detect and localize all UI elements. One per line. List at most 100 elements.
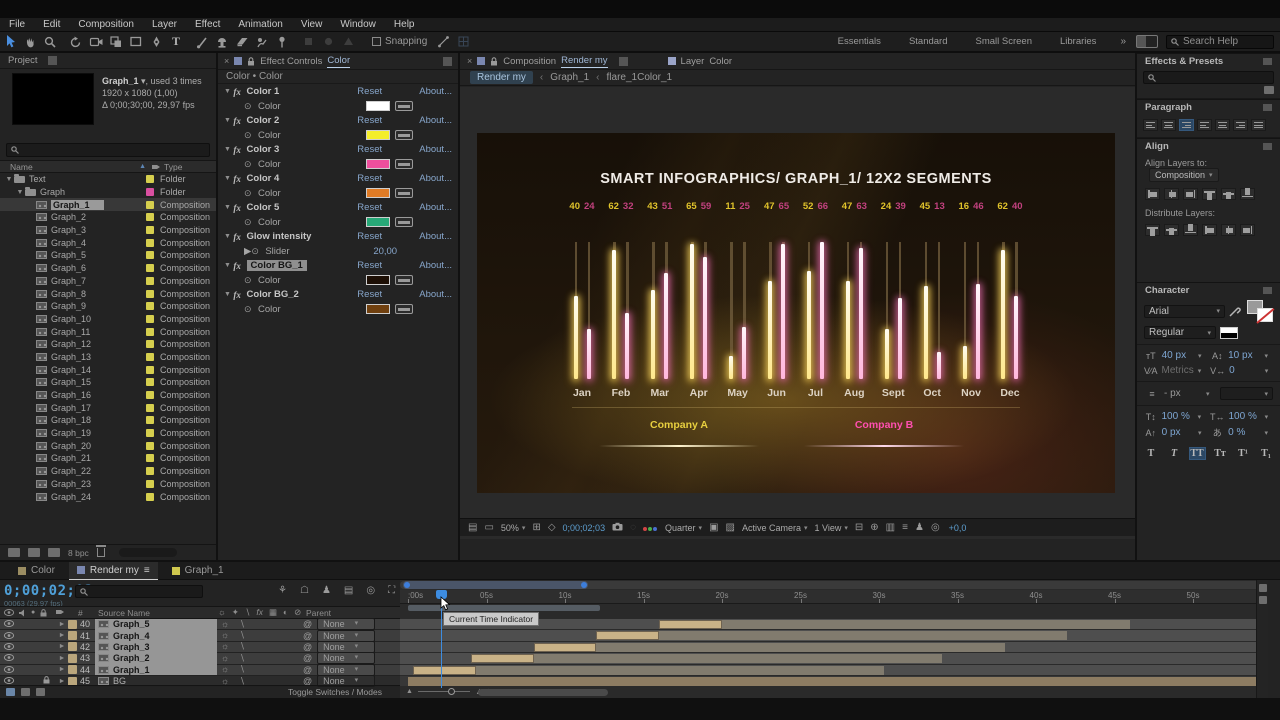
expand-layer-switches-icon[interactable] xyxy=(6,688,15,696)
eyedropper-toggle-icon[interactable] xyxy=(395,217,413,227)
quality-switch-icon[interactable]: ∖ xyxy=(239,653,245,664)
project-search-input[interactable] xyxy=(6,143,210,157)
resolution-dropdown[interactable]: Quarter ▾ xyxy=(665,523,702,533)
label-color-chip[interactable] xyxy=(146,289,154,298)
slider-value[interactable]: 20,00 xyxy=(373,246,397,257)
effect-property-row[interactable]: ⊙ Color xyxy=(218,273,458,287)
vertical-scale-value[interactable]: 100 % xyxy=(1162,411,1194,422)
quality-switch-icon[interactable]: ∖ xyxy=(239,641,245,652)
axis-mode-local-icon[interactable] xyxy=(298,33,318,50)
grid-guides-icon[interactable]: ⊞ xyxy=(532,522,540,533)
selection-tool-icon[interactable] xyxy=(0,33,20,50)
breadcrumb-graph-1[interactable]: Graph_1 xyxy=(550,72,589,83)
stroke-style-dropdown[interactable]: ▾ xyxy=(1220,387,1273,400)
eyedropper-toggle-icon[interactable] xyxy=(395,275,413,285)
layer-track-row[interactable] xyxy=(400,675,1268,688)
effect-property-row[interactable]: ⊙ Color xyxy=(218,99,458,113)
parent-dropdown[interactable]: None ▾ xyxy=(317,629,376,642)
project-item[interactable]: Graph_23 Composition xyxy=(0,478,216,491)
layer-switches[interactable]: ☼ ∖ xyxy=(217,664,303,675)
eye-icon[interactable] xyxy=(3,642,15,652)
eyedropper-toggle-icon[interactable] xyxy=(395,159,413,169)
layer-source-name[interactable]: Graph_5 xyxy=(95,618,217,630)
eye-icon[interactable] xyxy=(3,653,15,663)
layer-color-chip[interactable] xyxy=(68,653,77,663)
parent-dropdown[interactable]: None ▾ xyxy=(317,618,376,631)
magnification-dropdown[interactable]: 50% ▾ xyxy=(501,523,526,533)
show-snapshot-icon[interactable]: ◌ xyxy=(630,522,636,533)
composition-tab-label[interactable]: Composition xyxy=(503,56,556,67)
parent-dropdown[interactable]: None ▾ xyxy=(317,652,376,665)
pen-tool-icon[interactable] xyxy=(146,33,166,50)
breadcrumb-render-my[interactable]: Render my xyxy=(470,71,533,84)
shape-tool-icon[interactable] xyxy=(126,33,146,50)
layer-track-row[interactable] xyxy=(400,653,1268,665)
shy-switch-icon[interactable]: ☼ xyxy=(221,619,229,630)
paragraph-header[interactable]: Paragraph xyxy=(1137,99,1280,115)
menu-window[interactable]: Window xyxy=(331,18,385,30)
layer-duration-bar[interactable] xyxy=(408,676,1268,686)
eye-icon[interactable] xyxy=(3,665,15,675)
label-color-chip[interactable] xyxy=(146,314,154,323)
roto-brush-tool-icon[interactable] xyxy=(252,33,272,50)
composition-tab-target[interactable]: Render my xyxy=(561,55,608,68)
project-item[interactable]: Graph_21 Composition xyxy=(0,452,216,465)
quality-switch-icon[interactable]: ∖ xyxy=(239,619,245,630)
snapping-toggle[interactable]: Snapping xyxy=(372,36,427,47)
color-swatch[interactable] xyxy=(366,130,390,140)
layer-switches[interactable]: ☼ ∖ xyxy=(217,619,303,630)
breadcrumb-flare[interactable]: flare_1Color_1 xyxy=(607,72,673,83)
twirl-icon[interactable]: ▼ xyxy=(224,146,233,153)
effect-controls-tab[interactable]: × Effect Controls Color xyxy=(218,53,458,70)
parent-dropdown[interactable]: None ▾ xyxy=(317,640,376,653)
timeline-search-input[interactable] xyxy=(75,585,203,598)
align-horizontal-left-button[interactable] xyxy=(1145,188,1160,200)
menu-animation[interactable]: Animation xyxy=(229,18,291,30)
brush-tool-icon[interactable] xyxy=(192,33,212,50)
project-item[interactable]: Graph_8 Composition xyxy=(0,287,216,300)
grid-options-icon[interactable] xyxy=(453,33,473,50)
axis-mode-world-icon[interactable] xyxy=(318,33,338,50)
reset-exposure-icon[interactable]: ◎ xyxy=(931,522,940,533)
zoom-tool-icon[interactable] xyxy=(40,33,60,50)
pickwhip-icon[interactable]: @ xyxy=(303,653,312,663)
twirl-icon[interactable]: ► xyxy=(56,632,68,639)
stopwatch-icon[interactable]: ⊙ xyxy=(244,188,258,199)
layer-duration-bar[interactable] xyxy=(596,631,1068,641)
timeline-button-icon[interactable]: ≡ xyxy=(902,522,908,533)
snapshot-icon[interactable] xyxy=(612,522,623,534)
stopwatch-icon[interactable]: ⊙ xyxy=(244,275,258,286)
layer-switches[interactable]: ☼ ∖ xyxy=(217,630,303,641)
menu-effect[interactable]: Effect xyxy=(186,18,229,30)
rotation-tool-icon[interactable] xyxy=(66,33,86,50)
quality-switch-icon[interactable]: ∖ xyxy=(239,630,245,641)
viewer-stage[interactable]: SMART INFOGRAPHICS/ GRAPH_1/ 12X2 SEGMEN… xyxy=(460,87,1136,539)
expand-in-out-icon[interactable] xyxy=(36,688,45,696)
twirl-icon[interactable]: ▼ xyxy=(224,233,233,240)
font-family-dropdown[interactable]: Arial ▾ xyxy=(1144,304,1225,318)
project-item[interactable]: Graph_13 Composition xyxy=(0,351,216,364)
distribute-left-button[interactable] xyxy=(1202,224,1217,236)
motion-blur-icon[interactable]: ◎ xyxy=(366,585,375,596)
eyedropper-toggle-icon[interactable] xyxy=(395,101,413,111)
project-item[interactable]: Graph_6 Composition xyxy=(0,262,216,275)
effect-property-row[interactable]: ⊙ Color xyxy=(218,186,458,200)
tracking-value[interactable]: 0 xyxy=(1229,365,1261,376)
hide-shy-layers-icon[interactable]: ♟ xyxy=(322,585,331,596)
time-ruler[interactable]: :00s 05s 10s 15s 20s 25s 30s 35s 40s 45s 50s xyxy=(400,590,1268,604)
layer-color-chip[interactable] xyxy=(68,642,77,652)
layer-parent-cell[interactable]: @ None ▾ xyxy=(303,663,400,676)
align-layers-dropdown[interactable]: Composition ▾ xyxy=(1149,168,1219,182)
reset-link[interactable]: Reset xyxy=(357,289,419,300)
source-name-column[interactable]: Source Name xyxy=(98,608,218,618)
viewer-timecode[interactable]: 0;00;02;03 xyxy=(563,523,606,533)
project-column-headers[interactable]: Name ▲ Type xyxy=(0,160,216,173)
twirl-icon[interactable]: ▼ xyxy=(224,175,233,182)
timeline-navigator[interactable] xyxy=(400,581,1268,589)
label-color-chip[interactable] xyxy=(146,276,154,285)
shy-switch-icon[interactable]: ☼ xyxy=(221,630,229,641)
about-link[interactable]: About... xyxy=(419,173,452,184)
label-color-chip[interactable] xyxy=(146,378,154,387)
twirl-icon[interactable]: ▼ xyxy=(224,204,233,211)
label-color-chip[interactable] xyxy=(146,441,154,450)
